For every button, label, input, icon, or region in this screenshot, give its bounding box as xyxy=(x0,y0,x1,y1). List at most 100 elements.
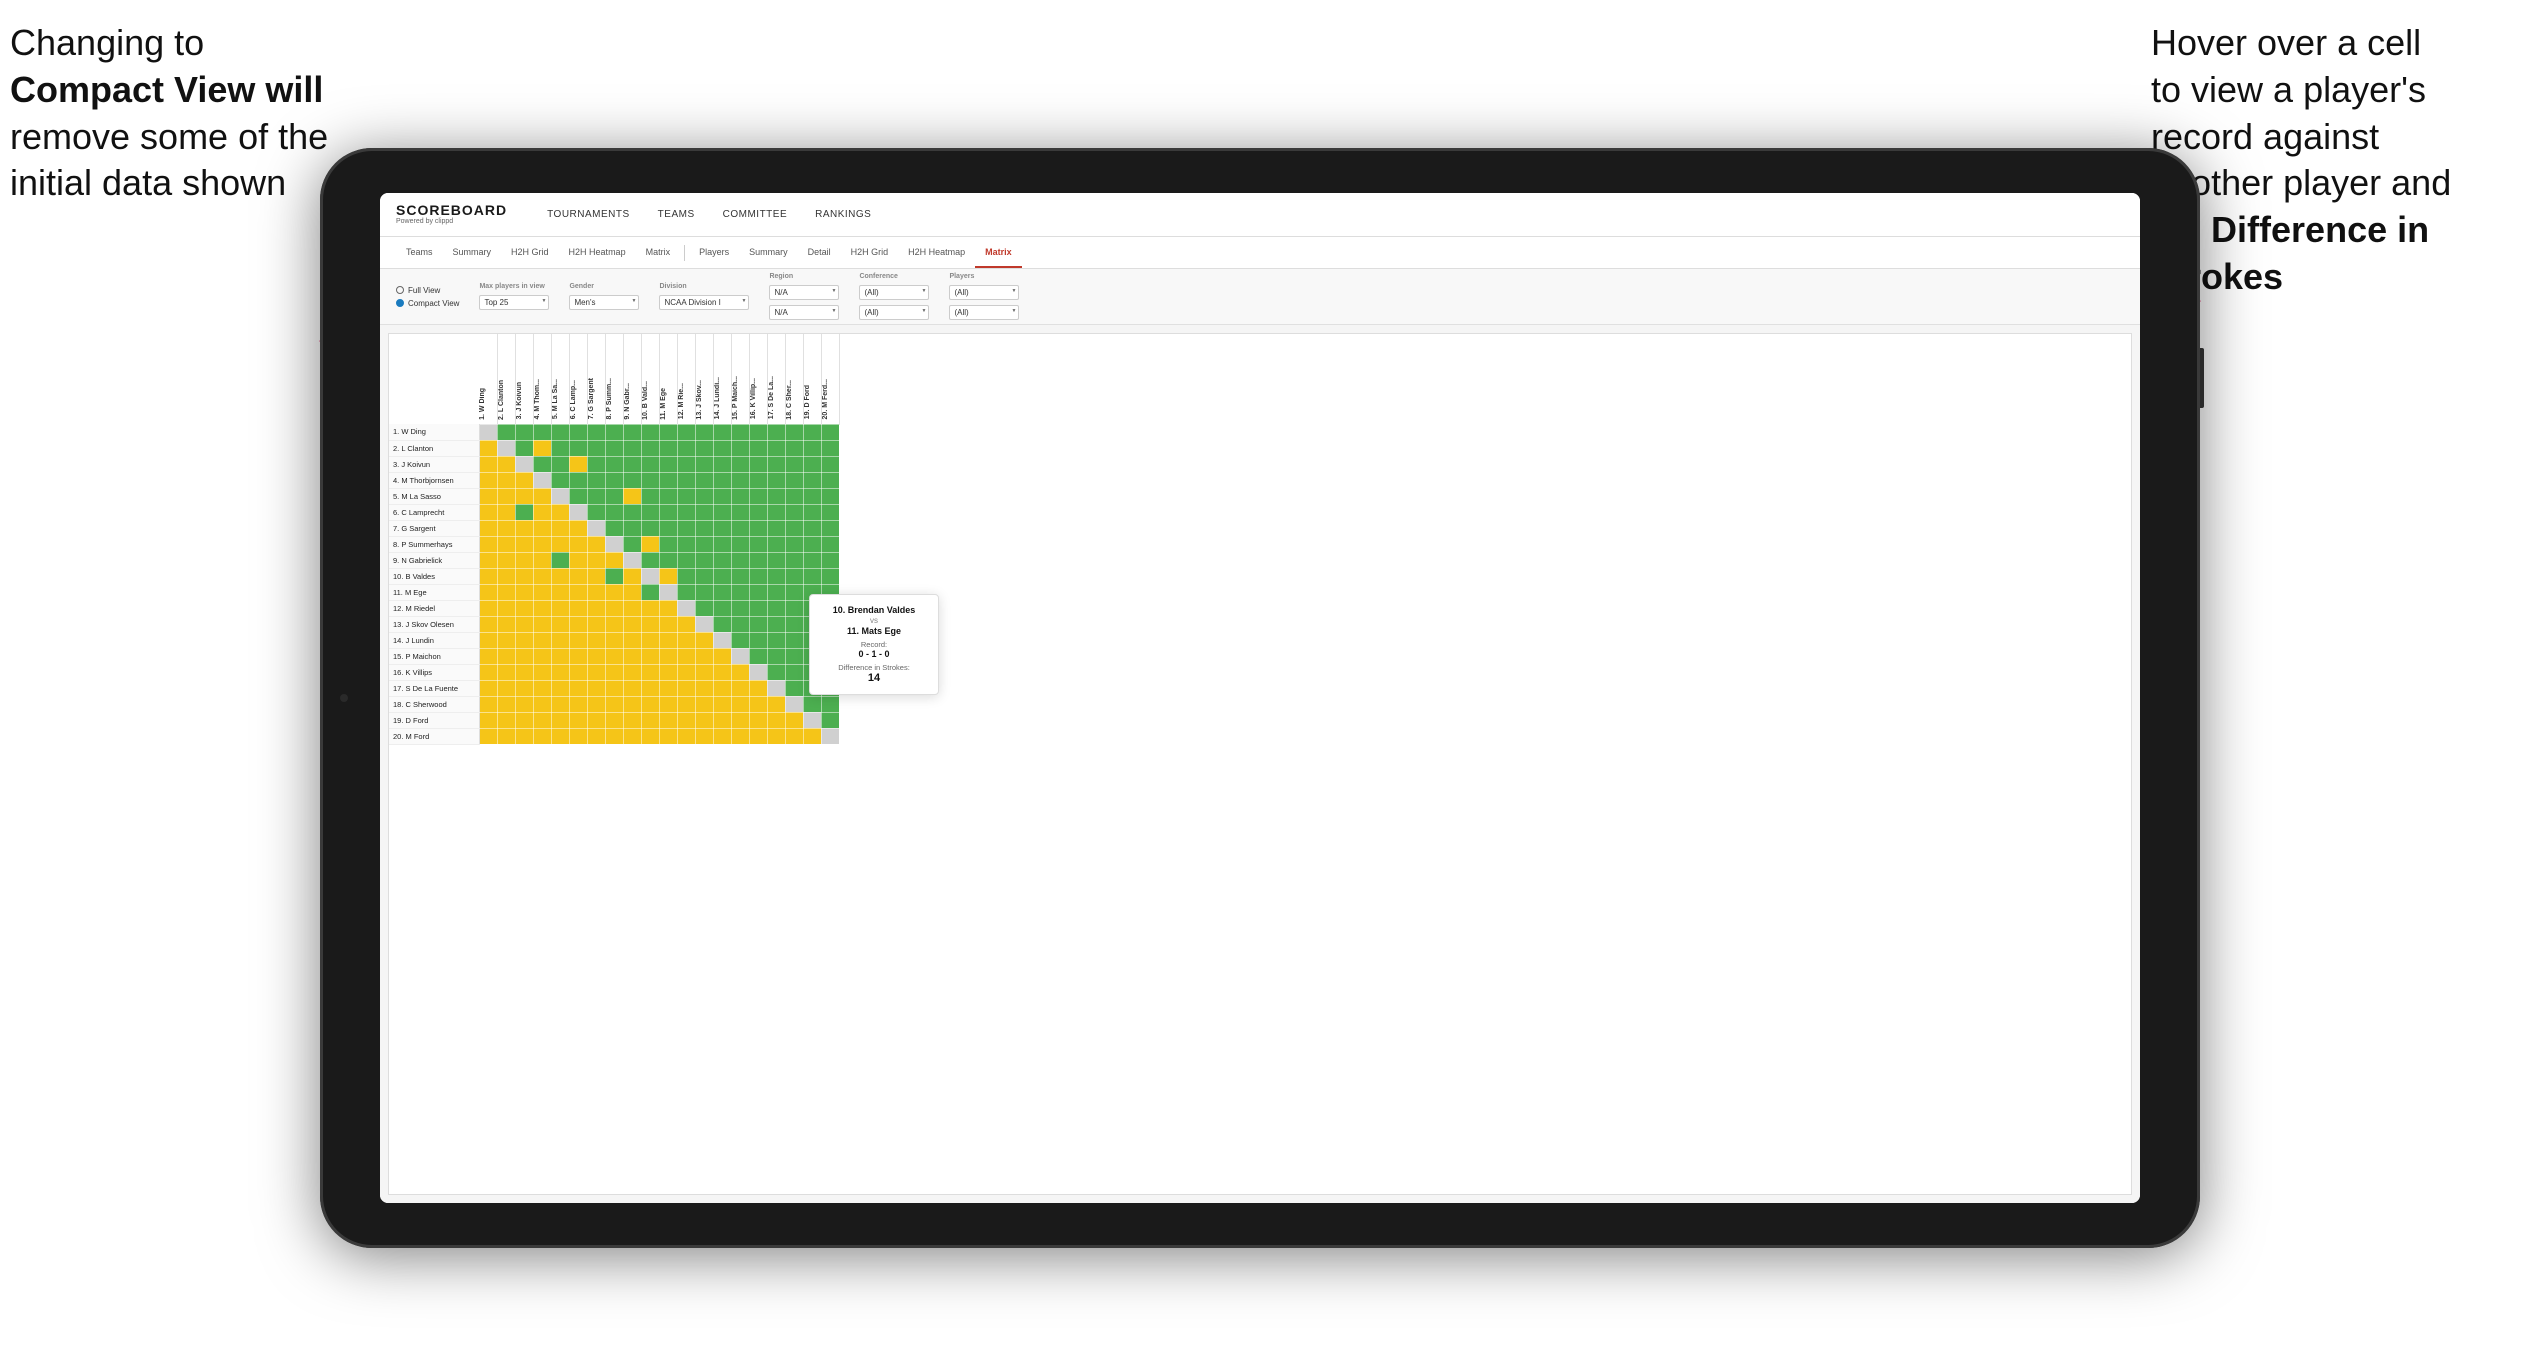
matrix-cell[interactable] xyxy=(749,520,767,536)
matrix-cell[interactable] xyxy=(785,648,803,664)
matrix-cell[interactable] xyxy=(551,504,569,520)
matrix-cell[interactable] xyxy=(515,424,533,440)
matrix-cell[interactable] xyxy=(623,616,641,632)
matrix-cell[interactable] xyxy=(479,440,497,456)
matrix-cell[interactable] xyxy=(713,488,731,504)
matrix-cell[interactable] xyxy=(551,424,569,440)
matrix-cell[interactable] xyxy=(731,728,749,744)
tab-h2h-heatmap-right[interactable]: H2H Heatmap xyxy=(898,237,975,268)
tab-summary-left[interactable]: Summary xyxy=(443,237,502,268)
matrix-cell[interactable] xyxy=(659,600,677,616)
matrix-cell[interactable] xyxy=(785,552,803,568)
matrix-cell[interactable] xyxy=(569,728,587,744)
matrix-cell[interactable] xyxy=(587,440,605,456)
gender-select[interactable]: Men's xyxy=(569,295,639,310)
matrix-cell[interactable] xyxy=(731,648,749,664)
matrix-cell[interactable] xyxy=(767,648,785,664)
matrix-cell[interactable] xyxy=(497,552,515,568)
matrix-cell[interactable] xyxy=(551,664,569,680)
matrix-cell[interactable] xyxy=(569,712,587,728)
matrix-cell[interactable] xyxy=(587,712,605,728)
matrix-cell[interactable] xyxy=(605,696,623,712)
matrix-cell[interactable] xyxy=(731,520,749,536)
matrix-cell[interactable] xyxy=(641,664,659,680)
matrix-cell[interactable] xyxy=(569,424,587,440)
matrix-cell[interactable] xyxy=(569,552,587,568)
table-row[interactable]: 5. M La Sasso xyxy=(389,488,839,504)
matrix-cell[interactable] xyxy=(713,504,731,520)
matrix-cell[interactable] xyxy=(713,440,731,456)
matrix-cell[interactable] xyxy=(497,424,515,440)
matrix-cell[interactable] xyxy=(623,712,641,728)
table-row[interactable]: 12. M Riedel xyxy=(389,600,839,616)
matrix-cell[interactable] xyxy=(785,680,803,696)
matrix-cell[interactable] xyxy=(533,616,551,632)
matrix-cell[interactable] xyxy=(713,616,731,632)
matrix-cell[interactable] xyxy=(713,712,731,728)
matrix-cell[interactable] xyxy=(677,488,695,504)
matrix-area[interactable]: 1. W Ding 2. L Clanton 3. J Koivun 4. M … xyxy=(388,333,2132,1195)
matrix-cell[interactable] xyxy=(695,584,713,600)
matrix-cell[interactable] xyxy=(623,696,641,712)
matrix-cell[interactable] xyxy=(551,488,569,504)
matrix-cell[interactable] xyxy=(767,696,785,712)
matrix-cell[interactable] xyxy=(641,600,659,616)
matrix-cell[interactable] xyxy=(749,536,767,552)
matrix-cell[interactable] xyxy=(497,632,515,648)
table-row[interactable]: 6. C Lamprecht xyxy=(389,504,839,520)
tab-players[interactable]: Players xyxy=(689,237,739,268)
matrix-cell[interactable] xyxy=(497,536,515,552)
matrix-cell[interactable] xyxy=(497,648,515,664)
matrix-cell[interactable] xyxy=(533,728,551,744)
players-select2[interactable]: (All) xyxy=(949,305,1019,320)
matrix-cell[interactable] xyxy=(731,552,749,568)
matrix-cell[interactable] xyxy=(641,632,659,648)
matrix-cell[interactable] xyxy=(821,440,839,456)
matrix-cell[interactable] xyxy=(479,584,497,600)
matrix-cell[interactable] xyxy=(569,504,587,520)
matrix-cell[interactable] xyxy=(749,488,767,504)
matrix-cell[interactable] xyxy=(713,536,731,552)
matrix-cell[interactable] xyxy=(479,472,497,488)
matrix-cell[interactable] xyxy=(587,632,605,648)
matrix-cell[interactable] xyxy=(623,728,641,744)
matrix-cell[interactable] xyxy=(695,600,713,616)
tab-summary-right[interactable]: Summary xyxy=(739,237,798,268)
matrix-cell[interactable] xyxy=(551,632,569,648)
matrix-cell[interactable] xyxy=(821,520,839,536)
matrix-cell[interactable] xyxy=(677,440,695,456)
matrix-cell[interactable] xyxy=(551,472,569,488)
matrix-cell[interactable] xyxy=(551,648,569,664)
max-players-select[interactable]: Top 25 xyxy=(479,295,549,310)
matrix-cell[interactable] xyxy=(767,568,785,584)
matrix-cell[interactable] xyxy=(695,696,713,712)
matrix-cell[interactable] xyxy=(821,536,839,552)
matrix-cell[interactable] xyxy=(641,616,659,632)
matrix-cell[interactable] xyxy=(605,568,623,584)
matrix-cell[interactable] xyxy=(515,712,533,728)
matrix-cell[interactable] xyxy=(659,648,677,664)
matrix-cell[interactable] xyxy=(767,456,785,472)
table-row[interactable]: 7. G Sargent xyxy=(389,520,839,536)
matrix-cell[interactable] xyxy=(731,488,749,504)
matrix-cell[interactable] xyxy=(497,568,515,584)
matrix-cell[interactable] xyxy=(821,488,839,504)
matrix-cell[interactable] xyxy=(713,424,731,440)
matrix-cell[interactable] xyxy=(641,440,659,456)
matrix-cell[interactable] xyxy=(785,712,803,728)
matrix-cell[interactable] xyxy=(497,456,515,472)
conference-select1[interactable]: (All) xyxy=(859,285,929,300)
matrix-cell[interactable] xyxy=(785,616,803,632)
matrix-cell[interactable] xyxy=(659,568,677,584)
nav-committee[interactable]: COMMITTEE xyxy=(723,209,788,220)
matrix-cell[interactable] xyxy=(497,600,515,616)
matrix-cell[interactable] xyxy=(533,632,551,648)
matrix-cell[interactable] xyxy=(695,680,713,696)
matrix-cell[interactable] xyxy=(767,600,785,616)
matrix-cell[interactable] xyxy=(659,664,677,680)
table-row[interactable]: 17. S De La Fuente xyxy=(389,680,839,696)
matrix-cell[interactable] xyxy=(497,712,515,728)
matrix-cell[interactable] xyxy=(659,472,677,488)
table-row[interactable]: 16. K Villips xyxy=(389,664,839,680)
matrix-cell[interactable] xyxy=(677,472,695,488)
